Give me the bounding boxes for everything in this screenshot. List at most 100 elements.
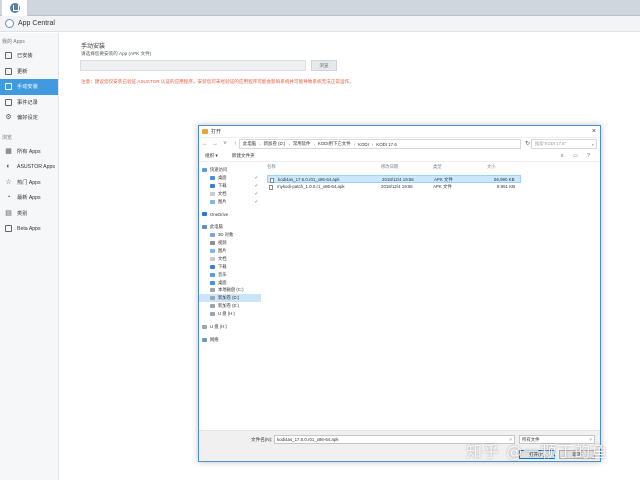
event-log-icon xyxy=(5,98,12,106)
close-icon[interactable]: × xyxy=(592,128,596,135)
sidebar-item-update[interactable]: 更新 xyxy=(0,64,58,80)
tree-item-3d-objects[interactable]: 3D 对象 xyxy=(199,231,261,239)
file-size: 56,990 KB xyxy=(494,177,515,182)
tree-item-drive-c[interactable]: 本地磁盘 (C:) xyxy=(199,286,261,294)
tree-network[interactable]: 网络 xyxy=(199,336,261,344)
sidebar-item-label: 偏好设定 xyxy=(17,115,38,122)
tree-item-documents-pc[interactable]: 文档 xyxy=(199,255,261,263)
tree-label: 桌面 xyxy=(218,279,227,285)
usb-icon xyxy=(202,324,207,329)
desktop-icon xyxy=(210,175,215,180)
file-row[interactable]: mykodi-patch_1.0.0.r1_x86-64.apk 2018/12… xyxy=(267,183,521,191)
tree-item-drive-d[interactable]: 新加卷 (D:) xyxy=(199,294,261,303)
app-title: App Central xyxy=(18,20,55,27)
tree-item-desktop-pc[interactable]: 桌面 xyxy=(199,279,261,287)
address-bar[interactable]: 此电脑 › 新加卷 (D:) › 常用软件 › KODI用下它文件 › KODI › KO… xyxy=(239,139,521,149)
tree-label: 新加卷 (E:) xyxy=(218,303,240,309)
tree-quick-access[interactable]: 快速访问 xyxy=(199,166,261,174)
column-size[interactable]: 大小 xyxy=(487,164,496,170)
column-type[interactable]: 类型 xyxy=(433,164,442,170)
tree-label: OneDrive xyxy=(210,211,229,217)
search-icon: ⌕ xyxy=(591,141,594,147)
star-icon: ☆ xyxy=(5,178,12,186)
sidebar-item-beta-apps[interactable]: Beta Apps xyxy=(0,221,58,237)
sidebar-item-popular-apps[interactable]: ☆ 热门 Apps xyxy=(0,175,58,191)
column-name[interactable]: 名称 xyxy=(267,164,276,170)
sidebar-section-browse: 浏览 xyxy=(2,134,13,141)
sidebar: 我的 Apps 已安装 更新 手动安装 事件记录 ⚙ 偏好设定 浏览 ▦ 所有 … xyxy=(0,33,59,480)
sidebar-item-category[interactable]: ▤ 类别 xyxy=(0,206,58,222)
back-arrow-icon[interactable]: ← xyxy=(201,140,209,148)
browse-button[interactable]: 浏览 xyxy=(311,60,337,71)
file-name: kodi4as_17.6.0.r01_x86-64.apk xyxy=(278,177,340,182)
watermark: 知乎 @一颗丁的鱼 xyxy=(466,442,609,461)
tree-item-downloads-pc[interactable]: 下载 xyxy=(199,263,261,271)
tree-item-documents[interactable]: 文档 ✔ xyxy=(199,190,261,198)
document-icon xyxy=(210,191,215,196)
refresh-icon[interactable]: ↻ xyxy=(525,140,530,147)
tree-item-music[interactable]: 音乐 xyxy=(199,271,261,279)
home-button[interactable] xyxy=(2,0,28,16)
sidebar-item-installed[interactable]: 已安装 xyxy=(0,48,58,64)
tree-item-pictures[interactable]: 图片 ✔ xyxy=(199,198,261,206)
download-icon xyxy=(210,183,215,188)
pin-icon: ✔ xyxy=(254,199,258,204)
up-arrow-icon[interactable]: ↑ xyxy=(231,140,239,148)
cloud-icon xyxy=(202,212,207,217)
tree-item-downloads[interactable]: 下载 ✔ xyxy=(199,182,261,190)
dialog-titlebar: 打开 × xyxy=(199,126,600,138)
organize-menu[interactable]: 组织 ▾ xyxy=(205,153,218,159)
usb-icon xyxy=(210,312,215,317)
file-icon xyxy=(270,177,274,183)
breadcrumb-item[interactable]: 新加卷 (D:) xyxy=(264,141,286,147)
cube-icon xyxy=(210,233,215,238)
drive-icon xyxy=(210,288,215,293)
breadcrumb-item[interactable]: 常用软件 xyxy=(293,141,311,147)
tree-item-videos[interactable]: 视频 xyxy=(199,239,261,247)
tree-label: 文档 xyxy=(218,255,227,261)
sidebar-item-event-log[interactable]: 事件记录 xyxy=(0,95,58,111)
breadcrumb-item[interactable]: KODI 17.6 xyxy=(376,142,397,147)
gear-icon: ⚙ xyxy=(5,114,12,122)
breadcrumb-item[interactable]: KODI xyxy=(358,142,369,147)
recent-dropdown-icon[interactable]: ˅ xyxy=(221,140,229,148)
pin-icon: ✔ xyxy=(254,175,258,181)
new-folder-button[interactable]: 新建文件夹 xyxy=(232,153,255,159)
tree-onedrive[interactable]: OneDrive xyxy=(199,210,261,218)
tree-item-pictures-pc[interactable]: 图片 xyxy=(199,247,261,255)
sidebar-item-preferences[interactable]: ⚙ 偏好设定 xyxy=(0,110,58,126)
sidebar-item-manual-install[interactable]: 手动安装 xyxy=(0,79,58,95)
sidebar-item-label: 最新 Apps xyxy=(17,195,41,202)
tree-this-pc[interactable]: 此电脑 xyxy=(199,223,261,231)
file-modified: 2018/12/4 19:56 xyxy=(381,184,413,189)
sidebar-item-new-apps[interactable]: ◔ 最新 Apps xyxy=(0,190,58,206)
search-input[interactable]: 搜索"KODI 17.6" ⌕ xyxy=(531,139,597,149)
sidebar-item-asustor-apps[interactable]: ◐ ASUSTOR Apps xyxy=(0,159,58,175)
all-apps-icon: ▦ xyxy=(5,147,12,155)
picture-icon xyxy=(210,248,215,253)
computer-icon xyxy=(202,225,207,230)
breadcrumb-item[interactable]: 此电脑 xyxy=(243,141,256,147)
apk-file-input[interactable] xyxy=(80,60,306,71)
tree-label: 下载 xyxy=(218,182,227,188)
navigation-pane: 快速访问 桌面 ✔ 下载 ✔ 文档 ✔ 图片 ✔ OneDrive 此电脑 3D… xyxy=(199,166,261,428)
tree-usb-drive[interactable]: U 盘 (H:) xyxy=(199,323,261,331)
beta-icon xyxy=(5,225,12,233)
page-title: 手动安装 xyxy=(81,44,106,50)
tree-label: 桌面 xyxy=(218,174,227,180)
file-row[interactable]: kodi4as_17.6.0.r01_x86-64.apk 2018/12/4 … xyxy=(267,175,521,183)
tree-item-usb-h[interactable]: U 盘 (H:) xyxy=(199,310,261,318)
sidebar-item-label: 手动安装 xyxy=(17,84,38,91)
sidebar-item-all-apps[interactable]: ▦ 所有 Apps xyxy=(0,144,58,160)
drive-icon xyxy=(210,304,215,309)
tree-item-desktop[interactable]: 桌面 ✔ xyxy=(199,174,261,182)
breadcrumb-item[interactable]: KODI用下它文件 xyxy=(318,141,351,147)
tree-label: 3D 对象 xyxy=(218,232,234,238)
forward-arrow-icon[interactable]: → xyxy=(211,140,219,148)
filename-label: 文件名(N): xyxy=(251,437,273,442)
view-options-icon[interactable]: ≡ ▭ ? xyxy=(561,153,594,159)
sidebar-section-my-apps: 我的 Apps xyxy=(2,39,25,45)
column-modified[interactable]: 修改日期 xyxy=(381,164,398,170)
tree-item-drive-e[interactable]: 新加卷 (E:) xyxy=(199,302,261,310)
tree-label: 此电脑 xyxy=(210,224,223,230)
